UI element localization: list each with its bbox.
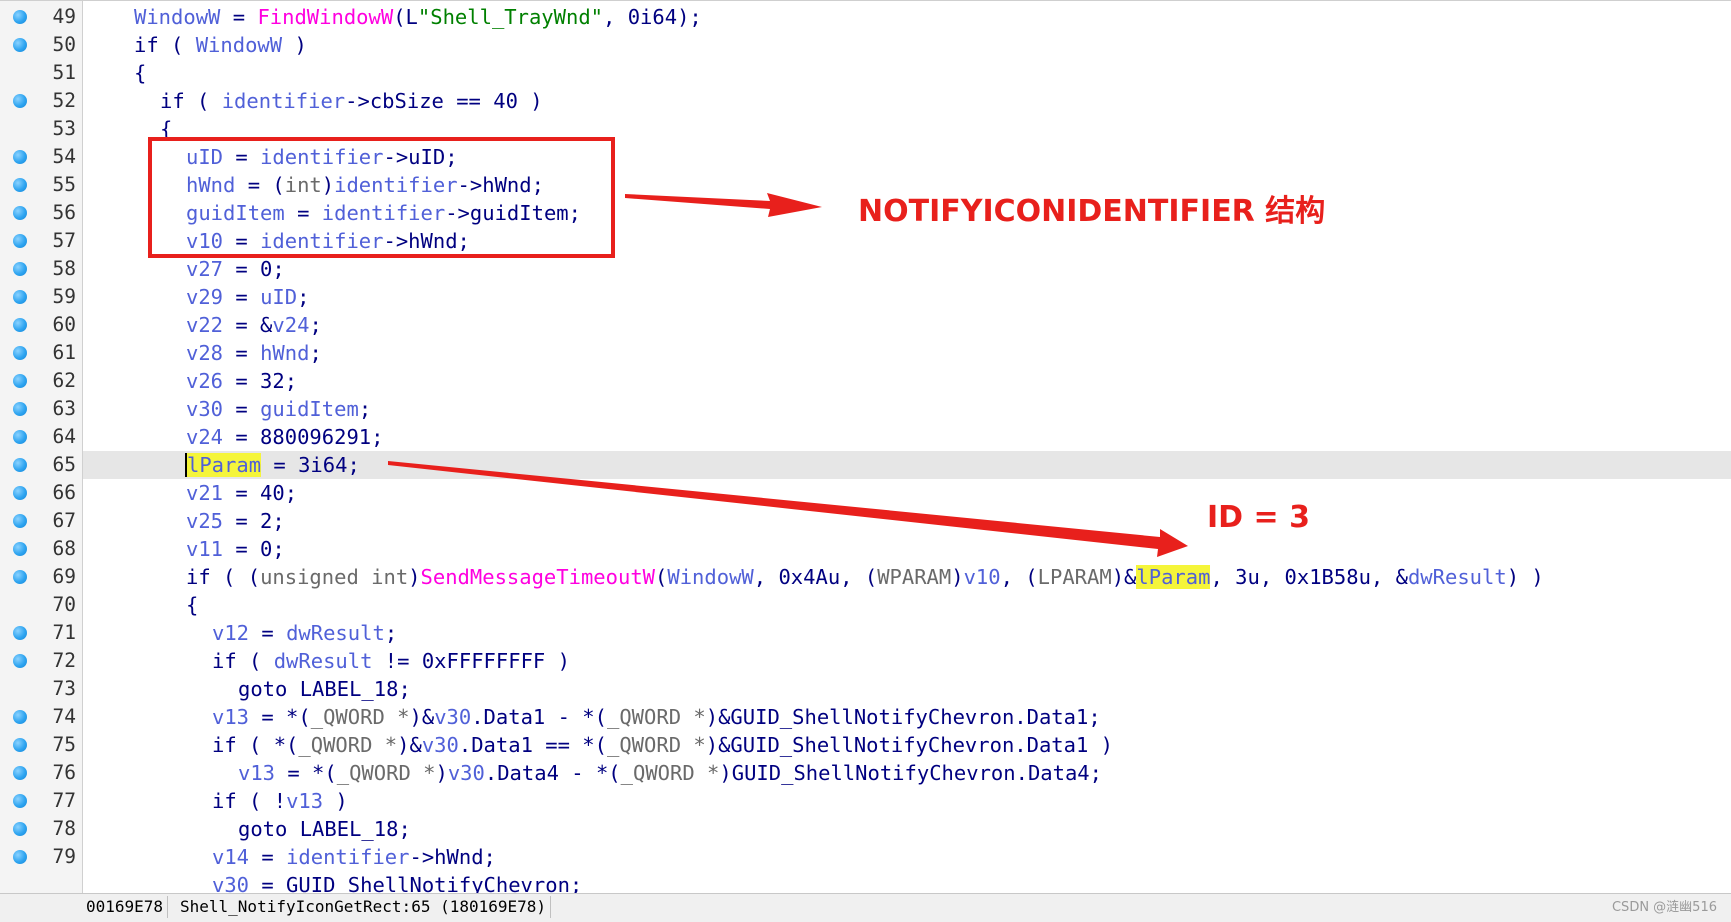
status-bar: 00169E78 Shell_NotifyIconGetRect:65 (180… xyxy=(0,893,1731,922)
id-annotation-label: ID = 3 xyxy=(1207,500,1310,535)
struct-highlight-box xyxy=(148,137,615,258)
id-arrow xyxy=(388,461,1188,557)
status-address[interactable]: 00169E78 xyxy=(82,896,169,918)
struct-arrow xyxy=(625,193,822,217)
annotation-overlay xyxy=(148,137,1188,557)
status-location[interactable]: Shell_NotifyIconGetRect:65 (180169E78) xyxy=(176,896,552,918)
watermark: CSDN @涟幽516 xyxy=(1611,900,1717,915)
struct-annotation-label: NOTIFYICONIDENTIFIER 结构 xyxy=(858,194,1326,229)
